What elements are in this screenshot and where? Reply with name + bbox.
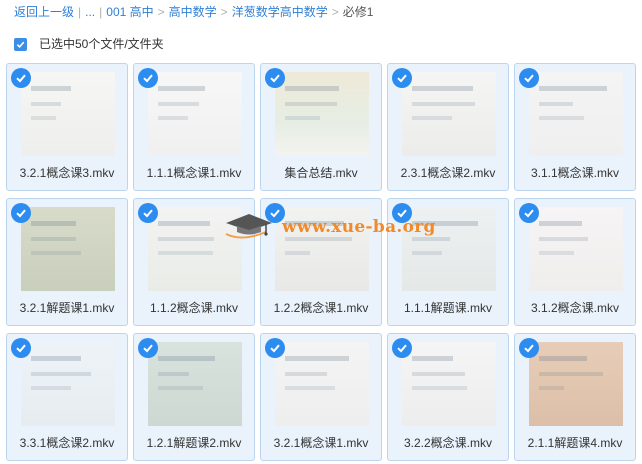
breadcrumb: 返回上一级 |... | 001 高中 > 高中数学 > 洋葱数学高中数学 > 必修1: [14, 3, 373, 21]
file-name: 3.2.2概念课.mkv: [403, 436, 493, 450]
selection-bar: 已选中50个文件/文件夹: [14, 35, 164, 53]
selection-count-label: 已选中50个文件/文件夹: [39, 37, 164, 51]
selected-check-icon[interactable]: [519, 203, 539, 223]
video-thumbnail: [529, 207, 623, 291]
file-name: 2.3.1概念课2.mkv: [400, 166, 496, 180]
file-tile[interactable]: 1.1.1概念课1.mkv: [133, 63, 255, 191]
selected-check-icon[interactable]: [265, 338, 285, 358]
file-tile[interactable]: 3.2.1解题课1.mkv: [6, 198, 128, 326]
file-tile[interactable]: 3.2.1概念课1.mkv: [260, 333, 382, 461]
file-grid: 3.2.1概念课3.mkv 1.1.1概念课1.mkv 集合总结.mkv 2.3.1概…: [6, 63, 638, 461]
video-thumbnail: [529, 72, 623, 156]
selected-check-icon[interactable]: [11, 338, 31, 358]
selected-check-icon[interactable]: [138, 338, 158, 358]
file-tile[interactable]: 3.1.2概念课.mkv: [514, 198, 636, 326]
video-thumbnail: [402, 207, 496, 291]
file-tile[interactable]: 1.2.2概念课1.mkv: [260, 198, 382, 326]
selected-check-icon[interactable]: [392, 203, 412, 223]
video-thumbnail: [529, 342, 623, 426]
file-tile[interactable]: 1.1.2概念课.mkv: [133, 198, 255, 326]
file-name: 2.1.1解题课4.mkv: [527, 436, 623, 450]
video-thumbnail: [21, 207, 115, 291]
breadcrumb-item-001[interactable]: 001 高中: [106, 5, 153, 19]
file-tile[interactable]: 1.2.1解题课2.mkv: [133, 333, 255, 461]
video-thumbnail: [21, 72, 115, 156]
check-icon: [16, 41, 25, 48]
selected-check-icon[interactable]: [392, 68, 412, 88]
file-name: 1.2.1解题课2.mkv: [146, 436, 242, 450]
selected-check-icon[interactable]: [138, 68, 158, 88]
breadcrumb-separator: |: [78, 5, 82, 19]
file-tile[interactable]: 3.2.2概念课.mkv: [387, 333, 509, 461]
file-name: 1.1.2概念课.mkv: [149, 301, 239, 315]
file-name: 3.2.1解题课1.mkv: [19, 301, 115, 315]
file-tile[interactable]: 2.1.1解题课4.mkv: [514, 333, 636, 461]
file-name: 3.2.1概念课1.mkv: [273, 436, 369, 450]
video-thumbnail: [148, 72, 242, 156]
file-tile[interactable]: 3.1.1概念课.mkv: [514, 63, 636, 191]
breadcrumb-separator: >: [220, 5, 228, 19]
video-thumbnail: [275, 72, 369, 156]
file-name: 3.2.1概念课3.mkv: [19, 166, 115, 180]
video-thumbnail: [21, 342, 115, 426]
file-name: 1.2.2概念课1.mkv: [273, 301, 369, 315]
breadcrumb-ellipsis[interactable]: ...: [85, 5, 95, 19]
video-thumbnail: [275, 207, 369, 291]
selected-check-icon[interactable]: [11, 68, 31, 88]
breadcrumb-separator: >: [331, 5, 339, 19]
file-tile[interactable]: 集合总结.mkv: [260, 63, 382, 191]
video-thumbnail: [275, 342, 369, 426]
breadcrumb-current: 必修1: [342, 5, 374, 19]
selected-check-icon[interactable]: [392, 338, 412, 358]
file-name: 集合总结.mkv: [284, 166, 358, 180]
video-thumbnail: [148, 207, 242, 291]
file-tile[interactable]: 1.1.1解题课.mkv: [387, 198, 509, 326]
video-thumbnail: [148, 342, 242, 426]
selected-check-icon[interactable]: [519, 68, 539, 88]
file-tile[interactable]: 3.3.1概念课2.mkv: [6, 333, 128, 461]
selected-check-icon[interactable]: [265, 68, 285, 88]
selected-check-icon[interactable]: [265, 203, 285, 223]
video-thumbnail: [402, 72, 496, 156]
breadcrumb-item-onion-math[interactable]: 洋葱数学高中数学: [232, 5, 328, 19]
selected-check-icon[interactable]: [138, 203, 158, 223]
file-tile[interactable]: 3.2.1概念课3.mkv: [6, 63, 128, 191]
file-name: 3.1.1概念课.mkv: [530, 166, 620, 180]
selected-check-icon[interactable]: [519, 338, 539, 358]
breadcrumb-separator: >: [157, 5, 165, 19]
breadcrumb-separator: |: [99, 5, 103, 19]
file-tile[interactable]: 2.3.1概念课2.mkv: [387, 63, 509, 191]
file-name: 3.3.1概念课2.mkv: [19, 436, 115, 450]
select-all-checkbox[interactable]: [14, 37, 27, 51]
breadcrumb-item-math[interactable]: 高中数学: [169, 5, 217, 19]
video-thumbnail: [402, 342, 496, 426]
file-name: 1.1.1解题课.mkv: [403, 301, 493, 315]
file-name: 3.1.2概念课.mkv: [530, 301, 620, 315]
file-name: 1.1.1概念课1.mkv: [146, 166, 242, 180]
back-link[interactable]: 返回上一级: [14, 5, 74, 19]
selected-check-icon[interactable]: [11, 203, 31, 223]
